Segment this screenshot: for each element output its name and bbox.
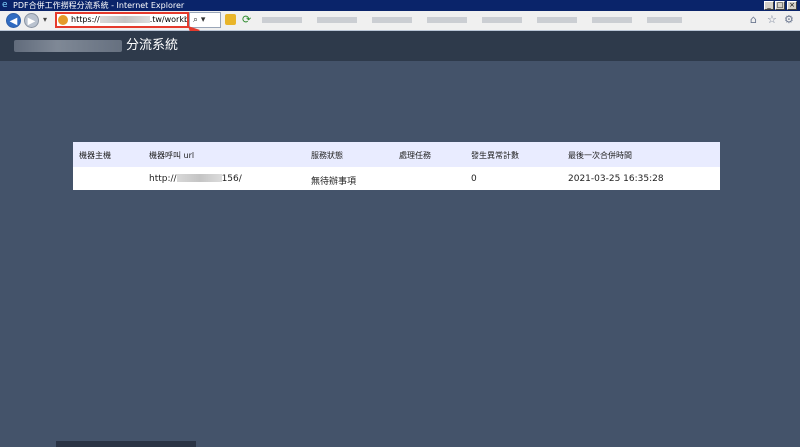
close-button[interactable]: ×: [787, 1, 797, 10]
address-bar[interactable]: https://.tw/workbench: [55, 12, 189, 28]
app-header: 分流系統: [0, 31, 800, 61]
history-dropdown-icon[interactable]: ▾: [43, 15, 47, 24]
maximize-button[interactable]: □: [775, 1, 785, 10]
app-title: 分流系統: [126, 38, 179, 53]
home-icon[interactable]: ⌂: [750, 13, 757, 26]
cell-url: http://156/: [149, 174, 242, 184]
window-title: PDF合併工作撈程分流系統 - Internet Explorer: [13, 1, 185, 10]
column-header-status: 服務狀態: [311, 151, 343, 160]
address-url: https://.tw/workbench: [71, 15, 189, 24]
blurred-tabs: [262, 17, 682, 23]
redacted-app-name: [14, 40, 122, 52]
column-header-error-count: 發生異常計數: [471, 151, 519, 160]
column-header-last-merge-time: 最後一次合併時間: [568, 151, 632, 160]
star-icon[interactable]: ☆: [767, 13, 777, 26]
back-icon[interactable]: ◀: [6, 13, 21, 28]
window-title-bar: e PDF合併工作撈程分流系統 - Internet Explorer _ □ …: [0, 0, 800, 11]
forward-icon[interactable]: ▶: [24, 13, 39, 28]
column-header-url: 機器呼叫 url: [149, 151, 195, 160]
status-table: 機器主機 機器呼叫 url 服務狀態 處理任務 發生異常計數 最後一次合併時間 …: [73, 142, 720, 190]
column-header-task: 處理任務: [399, 151, 431, 160]
cell-status: 無待辦事項: [311, 177, 357, 187]
cell-last-merge-time: 2021-03-25 16:35:28: [568, 174, 664, 184]
redacted-url: [176, 174, 222, 182]
browser-toolbar: ◀ ▶ ▾ https://.tw/workbench ⌕ ▾ ⟳ ⌂ ☆ ⚙: [0, 11, 800, 31]
lock-icon[interactable]: [225, 14, 236, 25]
taskbar-fragment: [56, 441, 196, 447]
refresh-icon[interactable]: ⟳: [242, 13, 251, 26]
gear-icon[interactable]: ⚙: [784, 13, 794, 26]
cell-error-count: 0: [471, 174, 477, 184]
column-header-host: 機器主機: [79, 151, 111, 160]
minimize-button[interactable]: _: [764, 1, 774, 10]
ie-icon: e: [2, 0, 8, 10]
site-favicon-icon: [58, 15, 68, 25]
table-header-row: 機器主機 機器呼叫 url 服務狀態 處理任務 發生異常計數 最後一次合併時間: [73, 142, 720, 167]
